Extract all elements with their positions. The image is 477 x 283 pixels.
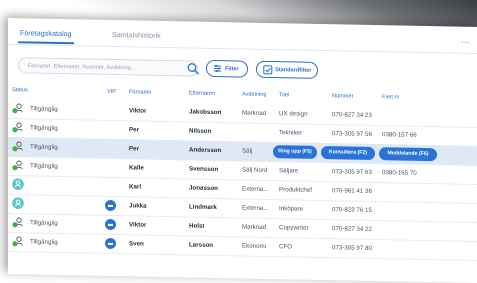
more-menu-icon[interactable]: ... <box>461 35 470 45</box>
cell-title: Copywriter <box>279 224 309 232</box>
cell-first: Jukka <box>129 202 147 209</box>
cell-dept: Sälj Nord <box>242 166 267 173</box>
cell-number: 073-305 97 63 <box>332 168 372 176</box>
cell-first: Viktor <box>129 221 146 228</box>
cell-status: Tillgänglig <box>30 238 58 246</box>
cell-title: Säljare <box>279 167 298 174</box>
cell-number: 073-305 97 80 <box>332 244 372 252</box>
cell-status: Tillgänglig <box>30 143 58 151</box>
filter-button[interactable]: Filter <box>206 60 248 78</box>
cell-last: Larsson <box>189 241 213 248</box>
cell-fixed: 0380-165 70 <box>382 169 417 177</box>
cell-first: Sven <box>129 240 144 247</box>
cell-status: Tillgänglig <box>30 219 58 227</box>
col-status[interactable]: Status <box>12 87 28 93</box>
cell-dept: Ekonomi <box>242 242 266 249</box>
presence-unknown-icon <box>12 197 24 209</box>
filter-icon <box>213 64 222 73</box>
vip-icon <box>105 200 116 211</box>
cell-first: Per <box>129 145 139 152</box>
search-icon[interactable] <box>185 60 201 76</box>
presence-available-icon <box>12 159 24 171</box>
cell-last: Jakobsson <box>189 108 221 116</box>
vip-icon <box>105 219 116 230</box>
cell-dept: Marknad <box>242 223 266 230</box>
cell-title: UX design <box>279 110 308 118</box>
tab-foretagskatalog[interactable]: Företagskatalog <box>20 28 72 38</box>
cell-number: 070-827 34 23 <box>332 111 372 119</box>
message-button[interactable]: Meddelande (F6) <box>379 147 437 161</box>
call-button[interactable]: Ring upp (F5) <box>273 145 317 159</box>
consult-button[interactable]: Konsultera (F2) <box>321 146 375 160</box>
cell-last: Holst <box>189 222 204 229</box>
cell-last: Jonasson <box>189 184 218 192</box>
filter-label: Filter <box>225 66 239 72</box>
cell-last: Nilsson <box>189 127 211 134</box>
cell-dept: Marknad <box>242 109 266 116</box>
cell-number: 070-823 76 15 <box>332 206 372 214</box>
standard-filter-label: Standardfilter <box>275 67 311 74</box>
toolbar: Förnamn, Efternamn, Nummer, Avdelning...… <box>16 55 476 86</box>
tab-samtalshistorik[interactable]: Samtalshistorik <box>112 30 161 40</box>
col-fast-nr[interactable]: Fast nr <box>382 94 399 100</box>
cell-last: Andersson <box>189 146 221 154</box>
cell-title: Produktchef <box>279 186 312 194</box>
cell-title: Inköpare <box>279 205 303 212</box>
cell-status: Tillgänglig <box>30 162 58 170</box>
cell-last: Svensson <box>189 165 218 173</box>
cell-title: Tekniker <box>279 129 302 136</box>
cell-first: Kalle <box>129 164 144 171</box>
app-window: Företagskatalog Samtalshistorik ... Förn… <box>8 18 477 283</box>
presence-available-icon <box>12 216 24 228</box>
col-fornamn[interactable]: Förnamn <box>129 89 151 95</box>
cell-first: Karl <box>129 183 141 190</box>
cell-dept: Externa... <box>242 204 268 212</box>
col-avdelning[interactable]: Avdelning <box>242 91 266 97</box>
presence-available-icon <box>12 102 24 114</box>
cell-first: Per <box>129 126 139 133</box>
presence-unknown-icon <box>12 178 24 190</box>
cell-dept: Externa... <box>242 185 268 193</box>
vip-icon <box>105 238 116 249</box>
cell-first: Viktor <box>129 107 146 114</box>
cell-number: 070-827 34 22 <box>332 225 372 233</box>
checkbox-filter-icon <box>263 65 273 75</box>
col-vip[interactable]: VIP <box>107 89 116 95</box>
cell-dept: Sälj <box>242 147 252 154</box>
cell-number: 070-961 41 36 <box>332 187 372 195</box>
col-titel[interactable]: Titel <box>279 92 289 98</box>
cell-last: Lindmark <box>189 203 217 211</box>
presence-available-icon <box>12 140 24 152</box>
cell-status: Tillgänglig <box>30 124 58 132</box>
cell-number: 073-305 97 56 <box>332 130 372 138</box>
cell-status: Tillgänglig <box>30 105 58 113</box>
col-nummer[interactable]: Nummer <box>332 93 353 99</box>
search-placeholder: Förnamn, Efternamn, Nummer, Avdelning... <box>28 63 135 71</box>
search-input[interactable]: Förnamn, Efternamn, Nummer, Avdelning... <box>18 57 198 76</box>
presence-available-icon <box>12 235 24 247</box>
cell-title: CFO <box>279 243 292 250</box>
standard-filter-button[interactable]: Standardfilter <box>256 61 318 79</box>
col-efternamn[interactable]: Efternamn <box>189 90 215 96</box>
presence-available-icon <box>12 121 24 133</box>
cell-fixed: 0380-157 66 <box>382 131 417 139</box>
